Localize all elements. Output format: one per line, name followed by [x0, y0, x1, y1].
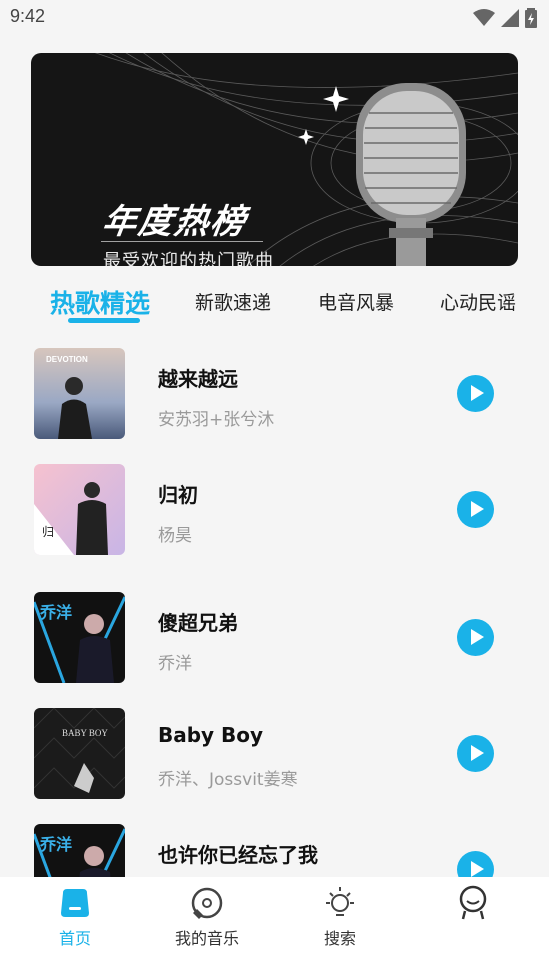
nav-label: 搜索 [323, 929, 356, 948]
song-title: 越来越远 [158, 367, 238, 391]
wifi-icon [473, 9, 495, 26]
song-title: 傻超兄弟 [158, 611, 238, 635]
tab-folk[interactable]: 心动民谣 [440, 288, 516, 315]
nav-label: 我的音乐 [174, 929, 239, 948]
banner-divider [101, 241, 263, 242]
microphone-illustration [356, 83, 466, 266]
tab-hot-picks[interactable]: 热歌精选 [50, 284, 150, 320]
tab-new-songs[interactable]: 新歌速递 [195, 288, 271, 315]
play-button[interactable] [457, 619, 494, 656]
album-cover: DEVOTION [34, 348, 125, 439]
nav-label: 首页 [58, 929, 91, 948]
play-button[interactable] [457, 735, 494, 772]
song-title: 归初 [158, 483, 198, 507]
cover-text: 乔洋 [39, 835, 72, 854]
signal-icon [501, 9, 519, 27]
song-artist: 乔洋、Jossvit姜寒 [158, 770, 298, 790]
song-item[interactable]: 乔洋 傻超兄弟 乔洋 [0, 592, 549, 684]
song-artist: 安苏羽+张兮沐 [158, 410, 275, 430]
song-item[interactable]: DEVOTION 越来越远 安苏羽+张兮沐 [0, 348, 549, 440]
hot-chart-banner[interactable]: 年度热榜 最受欢迎的热门歌曲 [31, 53, 518, 266]
cover-text: 归 [42, 525, 54, 539]
nav-profile[interactable] [413, 877, 533, 976]
tab-electronic[interactable]: 电音风暴 [318, 288, 394, 315]
nav-search[interactable]: 搜索 [280, 877, 400, 976]
song-item[interactable]: 归 归初 杨昊 [0, 464, 549, 556]
battery-icon [525, 8, 537, 28]
status-icons [473, 8, 537, 28]
tab-indicator [68, 318, 140, 323]
cover-text: BABY BOY [62, 728, 108, 738]
status-bar: 9:42 [0, 0, 549, 38]
home-icon [61, 889, 89, 917]
song-item[interactable]: BABY BOY Baby Boy 乔洋、Jossvit姜寒 [0, 708, 549, 800]
nav-home[interactable]: 首页 [15, 877, 135, 976]
album-cover: 乔洋 [34, 592, 125, 683]
play-button[interactable] [457, 491, 494, 528]
album-cover: BABY BOY [34, 708, 125, 799]
banner-title: 年度热榜 [99, 202, 250, 242]
song-title: 也许你已经忘了我 [158, 843, 318, 867]
album-cover: 归 [34, 464, 125, 555]
banner-subtitle: 最受欢迎的热门歌曲 [103, 251, 274, 266]
cover-text: 乔洋 [39, 603, 72, 622]
lightbulb-icon [326, 887, 354, 916]
status-time: 9:42 [10, 6, 46, 26]
music-disc-icon [191, 887, 223, 919]
nav-my-music[interactable]: 我的音乐 [147, 877, 267, 976]
song-artist: 乔洋 [158, 654, 192, 674]
song-artist: 杨昊 [158, 526, 192, 546]
category-tabs: 热歌精选 新歌速递 电音风暴 心动民谣 [0, 280, 549, 330]
cover-text: DEVOTION [46, 355, 88, 364]
profile-icon [459, 885, 487, 920]
bottom-navigation: 首页 我的音乐 搜索 [0, 877, 549, 976]
play-button[interactable] [457, 375, 494, 412]
song-title: Baby Boy [158, 723, 264, 747]
